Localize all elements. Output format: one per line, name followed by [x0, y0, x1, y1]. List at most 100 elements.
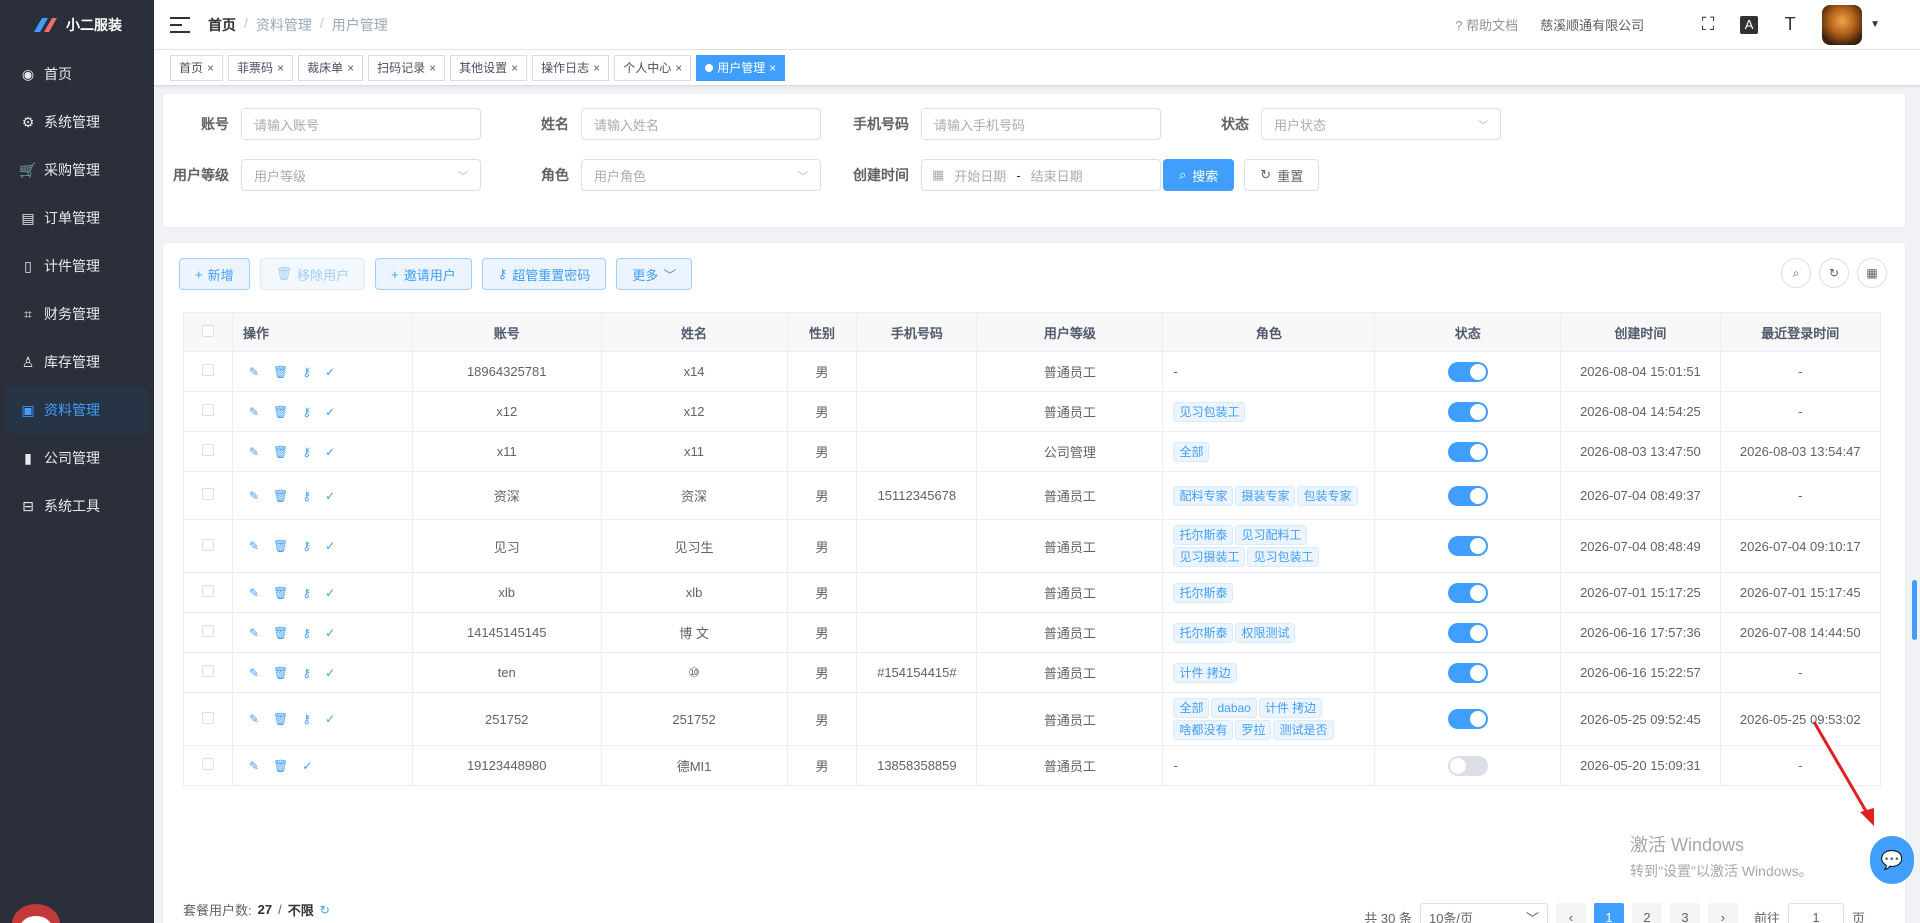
close-icon[interactable]: ×: [511, 61, 518, 75]
edit-icon[interactable]: ✎: [249, 365, 259, 379]
row-checkbox[interactable]: [183, 431, 233, 472]
check-circle-icon[interactable]: ✓: [325, 586, 335, 600]
delete-icon[interactable]: 🗑: [273, 626, 288, 640]
edit-icon[interactable]: ✎: [249, 759, 259, 773]
role-select[interactable]: 用户角色 ﹀: [581, 159, 821, 191]
start-date[interactable]: 开始日期: [954, 166, 1006, 185]
edit-icon[interactable]: ✎: [249, 712, 259, 726]
tag-7[interactable]: 用户管理 ×: [696, 54, 786, 81]
edit-icon[interactable]: ✎: [249, 626, 259, 640]
key-icon[interactable]: ⚷: [302, 539, 311, 553]
row-checkbox[interactable]: [183, 519, 233, 573]
scrollbar-thumb[interactable]: [1912, 580, 1917, 640]
page-size-select[interactable]: 10条/页 ﹀: [1419, 903, 1548, 923]
status-toggle[interactable]: [1447, 709, 1488, 729]
status-toggle[interactable]: [1447, 755, 1488, 776]
end-date[interactable]: 结束日期: [1031, 166, 1083, 185]
next-page-button[interactable]: ›: [1707, 903, 1738, 923]
level-select[interactable]: 用户等级 ﹀: [241, 159, 481, 191]
key-icon[interactable]: ⚷: [302, 666, 311, 680]
delete-icon[interactable]: 🗑: [273, 539, 288, 553]
key-icon[interactable]: ⚷: [302, 712, 311, 726]
edit-icon[interactable]: ✎: [249, 539, 259, 553]
tag-5[interactable]: 操作日志 ×: [532, 54, 610, 81]
search-toggle-icon[interactable]: ⌕: [1781, 258, 1811, 288]
name-input[interactable]: 请输入姓名: [581, 108, 821, 140]
help-link[interactable]: ? 帮助文档: [1455, 15, 1518, 34]
search-button[interactable]: ⌕ 搜索: [1163, 159, 1235, 191]
refresh-icon[interactable]: ↻: [1819, 258, 1849, 288]
key-icon[interactable]: ⚷: [302, 405, 311, 419]
goto-page-input[interactable]: 1: [1787, 903, 1844, 923]
delete-icon[interactable]: 🗑: [273, 365, 288, 379]
close-icon[interactable]: ×: [207, 61, 214, 75]
app-logo[interactable]: 小二服装: [0, 0, 154, 50]
reset-password-button[interactable]: ⚷ 超管重置密码: [481, 258, 607, 290]
date-range-picker[interactable]: ▦ 开始日期 - 结束日期: [921, 159, 1161, 191]
delete-icon[interactable]: 🗑: [273, 489, 288, 503]
remove-user-button[interactable]: 🗑 移除用户: [259, 258, 366, 290]
tag-2[interactable]: 裁床单 ×: [298, 54, 364, 81]
row-checkbox[interactable]: [183, 692, 233, 746]
check-circle-icon[interactable]: ✓: [325, 489, 335, 503]
page-3[interactable]: 3: [1669, 903, 1700, 923]
font-size-icon[interactable]: T: [1780, 14, 1800, 35]
status-toggle[interactable]: [1447, 662, 1488, 683]
status-toggle[interactable]: [1447, 401, 1488, 422]
tag-0[interactable]: 首页 ×: [170, 54, 224, 81]
hamburger-icon[interactable]: [170, 16, 190, 33]
close-icon[interactable]: ×: [675, 61, 682, 75]
chat-icon[interactable]: 💬: [1870, 836, 1914, 884]
avatar[interactable]: [1822, 4, 1863, 45]
invite-user-button[interactable]: + 邀请用户: [375, 258, 472, 290]
check-circle-icon[interactable]: ✓: [325, 626, 335, 640]
check-circle-icon[interactable]: ✓: [302, 759, 312, 773]
row-checkbox[interactable]: [183, 471, 233, 520]
row-checkbox[interactable]: [183, 572, 233, 613]
close-icon[interactable]: ×: [277, 61, 284, 75]
sidebar-item-6[interactable]: ♙ 库存管理: [0, 338, 154, 386]
translate-icon[interactable]: A: [1740, 15, 1759, 34]
prev-page-button[interactable]: ‹: [1555, 903, 1586, 923]
phone-input[interactable]: 请输入手机号码: [921, 108, 1161, 140]
sidebar-item-8[interactable]: ▮ 公司管理: [0, 434, 154, 482]
edit-icon[interactable]: ✎: [249, 586, 259, 600]
tag-4[interactable]: 其他设置 ×: [450, 54, 528, 81]
row-checkbox[interactable]: [183, 391, 233, 432]
sidebar-item-4[interactable]: ▯ 计件管理: [0, 242, 154, 290]
key-icon[interactable]: ⚷: [302, 626, 311, 640]
close-icon[interactable]: ×: [429, 61, 436, 75]
key-icon[interactable]: ⚷: [302, 489, 311, 503]
select-all-checkbox[interactable]: [183, 312, 233, 352]
edit-icon[interactable]: ✎: [249, 405, 259, 419]
refresh-icon[interactable]: ↻: [320, 903, 330, 917]
columns-icon[interactable]: ▦: [1857, 258, 1887, 288]
check-circle-icon[interactable]: ✓: [325, 405, 335, 419]
sidebar-item-5[interactable]: ⌗ 财务管理: [0, 290, 154, 338]
tag-6[interactable]: 个人中心 ×: [614, 54, 692, 81]
reset-button[interactable]: ↻ 重置: [1244, 159, 1320, 191]
edit-icon[interactable]: ✎: [249, 445, 259, 459]
page-2[interactable]: 2: [1631, 903, 1662, 923]
breadcrumb-home[interactable]: 首页: [208, 15, 236, 35]
delete-icon[interactable]: 🗑: [273, 405, 288, 419]
key-icon[interactable]: ⚷: [302, 586, 311, 600]
status-toggle[interactable]: [1447, 622, 1488, 643]
tag-3[interactable]: 扫码记录 ×: [368, 54, 446, 81]
row-checkbox[interactable]: [183, 351, 233, 392]
check-circle-icon[interactable]: ✓: [325, 445, 335, 459]
key-icon[interactable]: ⚷: [302, 445, 311, 459]
delete-icon[interactable]: 🗑: [273, 666, 288, 680]
check-circle-icon[interactable]: ✓: [325, 712, 335, 726]
sidebar-item-3[interactable]: ▤ 订单管理: [0, 194, 154, 242]
check-circle-icon[interactable]: ✓: [325, 539, 335, 553]
row-checkbox[interactable]: [183, 652, 233, 693]
tag-1[interactable]: 菲票码 ×: [228, 54, 294, 81]
sidebar-item-2[interactable]: 🛒 采购管理: [0, 146, 154, 194]
delete-icon[interactable]: 🗑: [273, 445, 288, 459]
more-dropdown[interactable]: 更多 ﹀: [616, 258, 693, 290]
status-toggle[interactable]: [1447, 582, 1488, 603]
row-checkbox[interactable]: [183, 745, 233, 786]
sidebar-item-9[interactable]: ⊟ 系统工具: [0, 482, 154, 530]
sidebar-item-7[interactable]: ▣ 资料管理: [6, 386, 148, 434]
